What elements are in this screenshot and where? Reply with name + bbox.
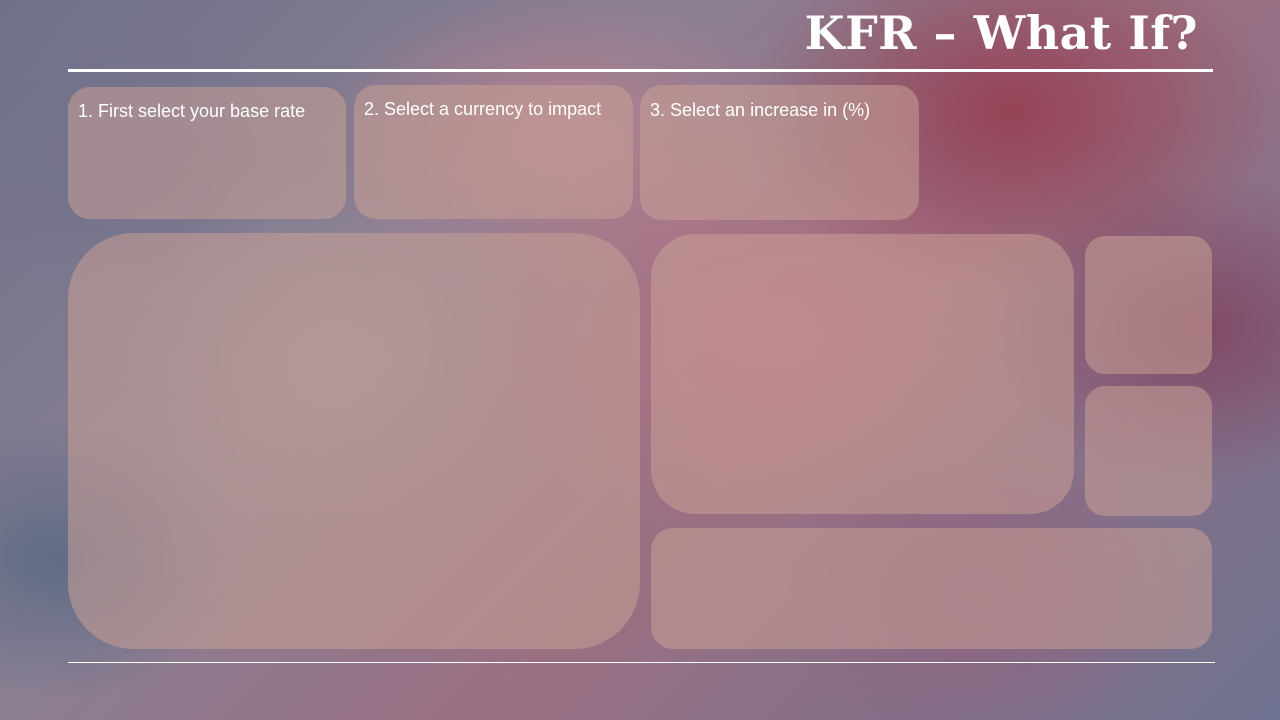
kpi-card-bottom[interactable] <box>1085 386 1212 516</box>
increase-slicer-label: 3. Select an increase in (%) <box>650 100 871 120</box>
kpi-card-top[interactable] <box>1085 236 1212 374</box>
base-rate-slicer-label: 1. First select your base rate <box>78 101 306 121</box>
secondary-visual-panel[interactable] <box>651 234 1074 514</box>
page-title: KFR – What If? <box>804 6 1198 60</box>
increase-slicer[interactable]: 3. Select an increase in (%) <box>640 85 919 220</box>
currency-slicer-label: 2. Select a currency to impact <box>364 99 602 119</box>
currency-slicer[interactable]: 2. Select a currency to impact <box>354 85 633 219</box>
bottom-visual-panel[interactable] <box>651 528 1212 649</box>
base-rate-slicer[interactable]: 1. First select your base rate <box>68 87 346 219</box>
main-visual-panel[interactable] <box>68 233 640 649</box>
title-divider <box>68 69 1213 72</box>
footer-divider <box>68 662 1215 663</box>
